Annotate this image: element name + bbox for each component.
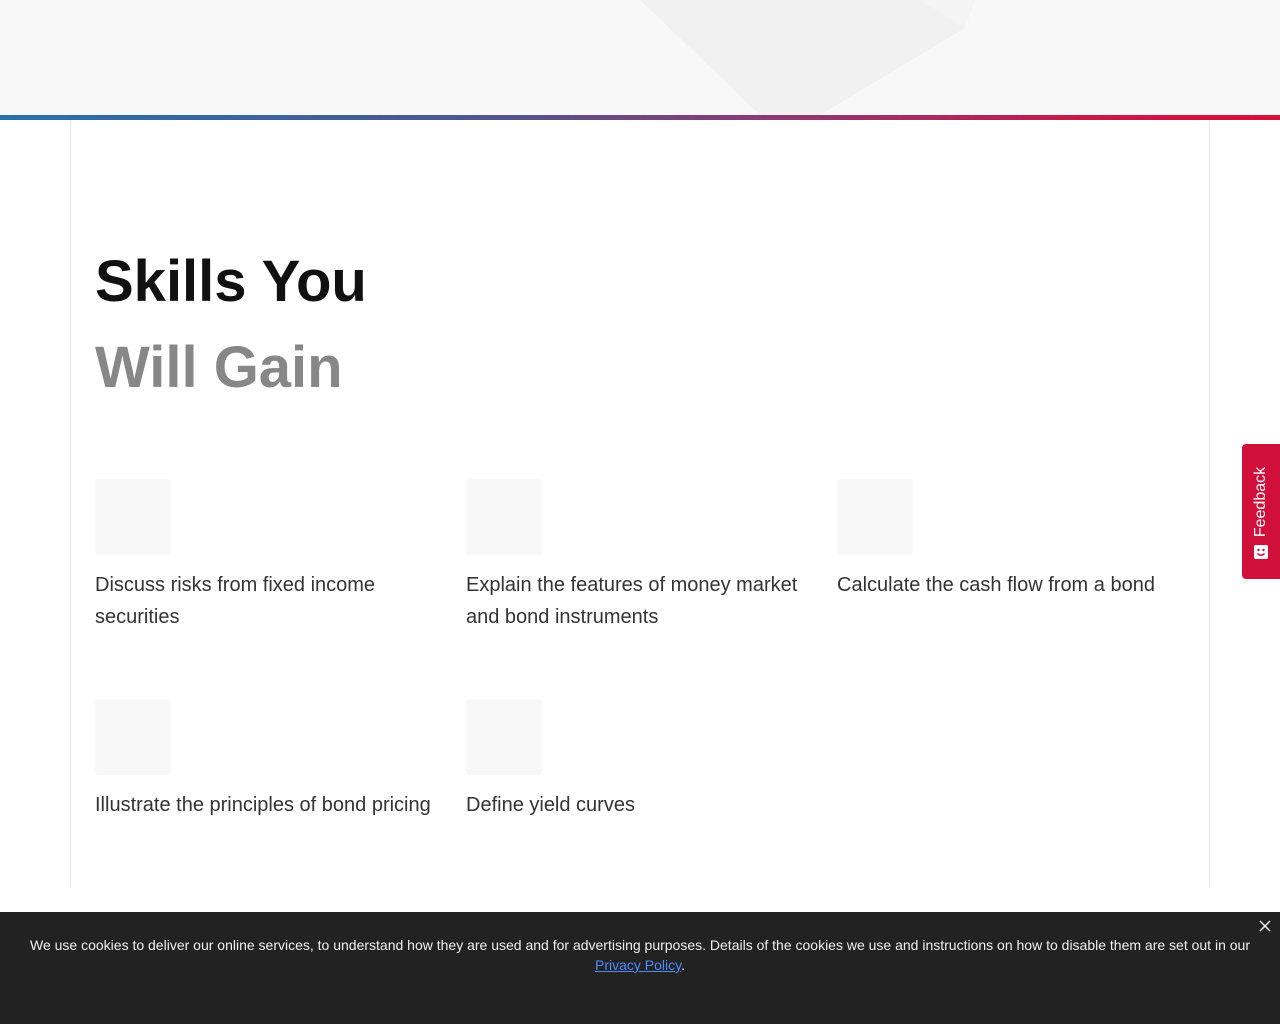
skill-item: Illustrate the principles of bond pricin… bbox=[95, 699, 440, 821]
privacy-policy-link[interactable]: Privacy Policy bbox=[595, 957, 681, 973]
skill-item: Explain the features of money market and… bbox=[466, 479, 811, 633]
cookie-message-end: . bbox=[681, 957, 685, 973]
skill-item: Discuss risks from fixed income securiti… bbox=[95, 479, 440, 633]
skill-text: Calculate the cash flow from a bond bbox=[837, 574, 1155, 596]
cookie-message: We use cookies to deliver our online ser… bbox=[30, 935, 1250, 975]
skill-image-icon bbox=[466, 479, 542, 555]
section-heading-secondary: Will Gain bbox=[95, 335, 343, 400]
feedback-tab-button[interactable]: Feedback bbox=[1242, 444, 1280, 579]
cookie-banner: We use cookies to deliver our online ser… bbox=[0, 912, 1280, 1024]
feedback-label: Feedback bbox=[1252, 466, 1269, 538]
skill-item: Calculate the cash flow from a bond bbox=[837, 479, 1182, 601]
cookie-message-text: We use cookies to deliver our online ser… bbox=[30, 937, 1250, 953]
hero-banner bbox=[0, 0, 1280, 115]
hero-decoration bbox=[640, 0, 975, 115]
skill-image-icon bbox=[95, 479, 171, 555]
skill-text: Illustrate the principles of bond pricin… bbox=[95, 794, 431, 816]
skill-text: Discuss risks from fixed income securiti… bbox=[95, 574, 376, 628]
skill-text: Explain the features of money market and… bbox=[466, 574, 798, 628]
skill-image-icon bbox=[837, 479, 913, 555]
feedback-smiley-icon bbox=[1254, 545, 1268, 559]
skill-text: Define yield curves bbox=[466, 794, 635, 816]
close-icon[interactable] bbox=[1258, 919, 1272, 933]
section-heading-primary: Skills You bbox=[95, 249, 367, 314]
skill-image-icon bbox=[95, 699, 171, 775]
skill-item: Define yield curves bbox=[466, 699, 811, 821]
skill-image-icon bbox=[466, 699, 542, 775]
